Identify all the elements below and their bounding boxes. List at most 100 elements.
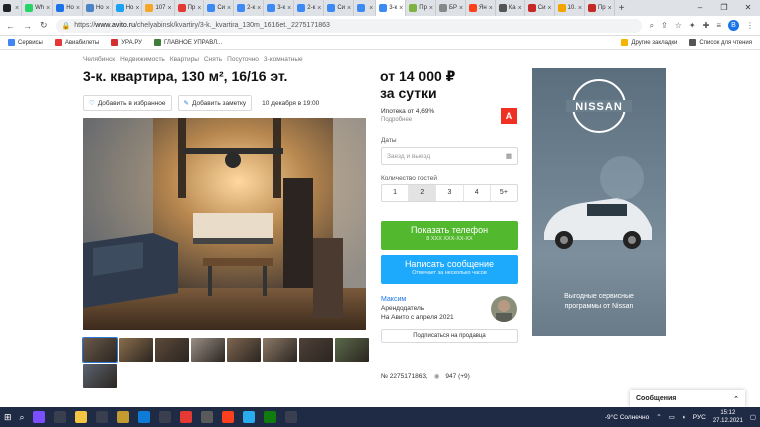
language-indicator[interactable]: РУС <box>693 414 706 421</box>
back-icon[interactable]: ← <box>6 21 15 31</box>
bookmark-folder[interactable]: Другие закладки <box>621 39 677 46</box>
breadcrumb-link[interactable]: 3-комнатные <box>264 56 303 63</box>
main-photo[interactable] <box>83 118 366 330</box>
forward-icon[interactable]: → <box>23 21 32 31</box>
tab-close-icon[interactable]: × <box>547 5 551 12</box>
windows-start-icon[interactable]: ⊞ <box>4 412 12 423</box>
bookmark-folder[interactable]: Список для чтения <box>689 39 752 46</box>
photo-thumbnail[interactable] <box>299 338 333 362</box>
taskbar-app-icon[interactable] <box>221 411 234 423</box>
photo-thumbnail[interactable] <box>263 338 297 362</box>
photo-thumbnail[interactable] <box>83 364 117 388</box>
guest-option[interactable]: 2 <box>409 185 437 201</box>
reading-list-icon[interactable]: ≡ <box>716 21 721 30</box>
weather-text[interactable]: -9°C Солнечно <box>605 414 649 421</box>
taskbar-app-icon[interactable] <box>116 411 129 423</box>
tab-close-icon[interactable]: × <box>429 5 433 12</box>
browser-tab[interactable]: × <box>354 0 377 16</box>
taskbar-app-icon[interactable] <box>242 411 255 423</box>
reload-icon[interactable]: ↻ <box>40 20 48 31</box>
guest-option[interactable]: 4 <box>464 185 491 201</box>
browser-tab[interactable]: Ка × <box>496 0 525 16</box>
tab-close-icon[interactable]: × <box>347 5 351 12</box>
browser-tab[interactable]: Но × <box>83 0 113 16</box>
browser-tab[interactable]: Пр × <box>406 0 436 16</box>
tab-close-icon[interactable]: × <box>227 5 231 12</box>
tab-close-icon[interactable]: × <box>76 5 80 12</box>
mortgage-more-link[interactable]: Подробнее <box>381 117 412 123</box>
bookmark-item[interactable]: Сервисы <box>8 39 43 46</box>
browser-tab[interactable]: 10. × <box>555 0 585 16</box>
guest-option[interactable]: 1 <box>382 185 410 201</box>
breadcrumb-link[interactable]: Снять <box>204 56 222 63</box>
tab-close-icon[interactable]: × <box>106 5 110 12</box>
tab-close-icon[interactable]: × <box>399 5 403 12</box>
alfa-bank-logo[interactable]: А <box>501 108 517 124</box>
minimize-button[interactable]: – <box>688 0 712 16</box>
breadcrumb-link[interactable]: Челябинск <box>83 56 115 63</box>
breadcrumb-link[interactable]: Посуточно <box>227 56 259 63</box>
browser-tab[interactable]: Но × <box>53 0 83 16</box>
taskbar-app-icon[interactable] <box>95 411 108 423</box>
tab-close-icon[interactable]: × <box>46 5 50 12</box>
tab-close-icon[interactable]: × <box>197 5 201 12</box>
browser-tab[interactable]: Но × <box>113 0 143 16</box>
menu-icon[interactable]: ⋮ <box>746 21 754 30</box>
taskbar-app-icon[interactable] <box>53 411 66 423</box>
photo-thumbnail[interactable] <box>191 338 225 362</box>
photo-thumbnail[interactable] <box>155 338 189 362</box>
subscribe-seller-button[interactable]: Подписаться на продавца <box>381 329 518 343</box>
browser-tab[interactable]: 3-к × <box>376 0 407 16</box>
taskbar-app-icon[interactable] <box>179 411 192 423</box>
share-icon[interactable]: ⇪ <box>661 21 668 30</box>
browser-tab[interactable]: Си × <box>525 0 555 16</box>
tab-close-icon[interactable]: × <box>317 5 321 12</box>
taskbar-app-icon[interactable] <box>200 411 213 423</box>
browser-tab[interactable]: Wh × <box>22 0 54 16</box>
show-phone-button[interactable]: Показать телефон 8 XXX XXX-XX-XX <box>381 221 518 250</box>
add-note-button[interactable]: ✎ Добавить заметку <box>177 95 253 111</box>
tab-close-icon[interactable]: × <box>489 5 493 12</box>
taskbar-app-icon[interactable] <box>263 411 276 423</box>
search-icon[interactable]: ⌕ <box>650 21 654 31</box>
add-favorite-button[interactable]: ♡ Добавить в избранное <box>83 95 172 111</box>
tab-close-icon[interactable]: × <box>578 5 582 12</box>
browser-tab[interactable]: 2-к × <box>234 0 265 16</box>
photo-thumbnail[interactable] <box>119 338 153 362</box>
notification-icon[interactable]: ▢ <box>750 413 756 421</box>
browser-tab[interactable]: БР × <box>436 0 467 16</box>
photo-thumbnail[interactable] <box>335 338 369 362</box>
guest-option[interactable]: 3 <box>436 185 464 201</box>
taskbar-app-icon[interactable] <box>158 411 171 423</box>
dates-field[interactable]: Заезд и выезд ▦ <box>381 147 518 165</box>
breadcrumb-link[interactable]: Квартиры <box>170 56 199 63</box>
photo-thumbnail[interactable] <box>227 338 261 362</box>
tab-close-icon[interactable]: × <box>608 5 612 12</box>
extension-icon[interactable]: ✦ <box>689 21 696 30</box>
tab-close-icon[interactable]: × <box>135 5 139 12</box>
puzzle-icon[interactable]: ✚ <box>703 21 710 30</box>
close-window-button[interactable]: ✕ <box>736 0 760 16</box>
taskbar-app-icon[interactable] <box>32 411 45 423</box>
bookmark-item[interactable]: УРА.РУ <box>111 39 142 46</box>
seller-name-link[interactable]: Максим <box>381 296 406 303</box>
browser-tab[interactable]: Си × <box>204 0 235 16</box>
bookmark-item[interactable]: ГЛАВНОЕ УПРАВЛ... <box>154 39 222 46</box>
browser-tab[interactable]: Пр × <box>175 0 205 16</box>
messages-bar[interactable]: Сообщения ⌃ <box>630 390 745 407</box>
breadcrumb-link[interactable]: Недвижимость <box>120 56 165 63</box>
new-tab-button[interactable]: + <box>615 3 629 14</box>
write-message-button[interactable]: Написать сообщение Отвечает за несколько… <box>381 255 518 284</box>
clock[interactable]: 15:12 27.12.2021 <box>713 409 743 425</box>
network-icon[interactable]: ▭ <box>669 413 675 421</box>
maximize-button[interactable]: ❐ <box>712 0 736 16</box>
taskbar-app-icon[interactable] <box>74 411 87 423</box>
volume-icon[interactable]: ◖ <box>682 414 686 421</box>
seller-avatar[interactable] <box>491 296 517 322</box>
profile-avatar[interactable]: B <box>728 20 739 31</box>
guest-option[interactable]: 5+ <box>491 185 517 201</box>
browser-tab[interactable]: Си × <box>324 0 355 16</box>
browser-tab[interactable]: 3-к × <box>264 0 295 16</box>
chevron-up-icon[interactable]: ⌃ <box>733 395 739 403</box>
browser-tab[interactable]: 107 × <box>142 0 175 16</box>
